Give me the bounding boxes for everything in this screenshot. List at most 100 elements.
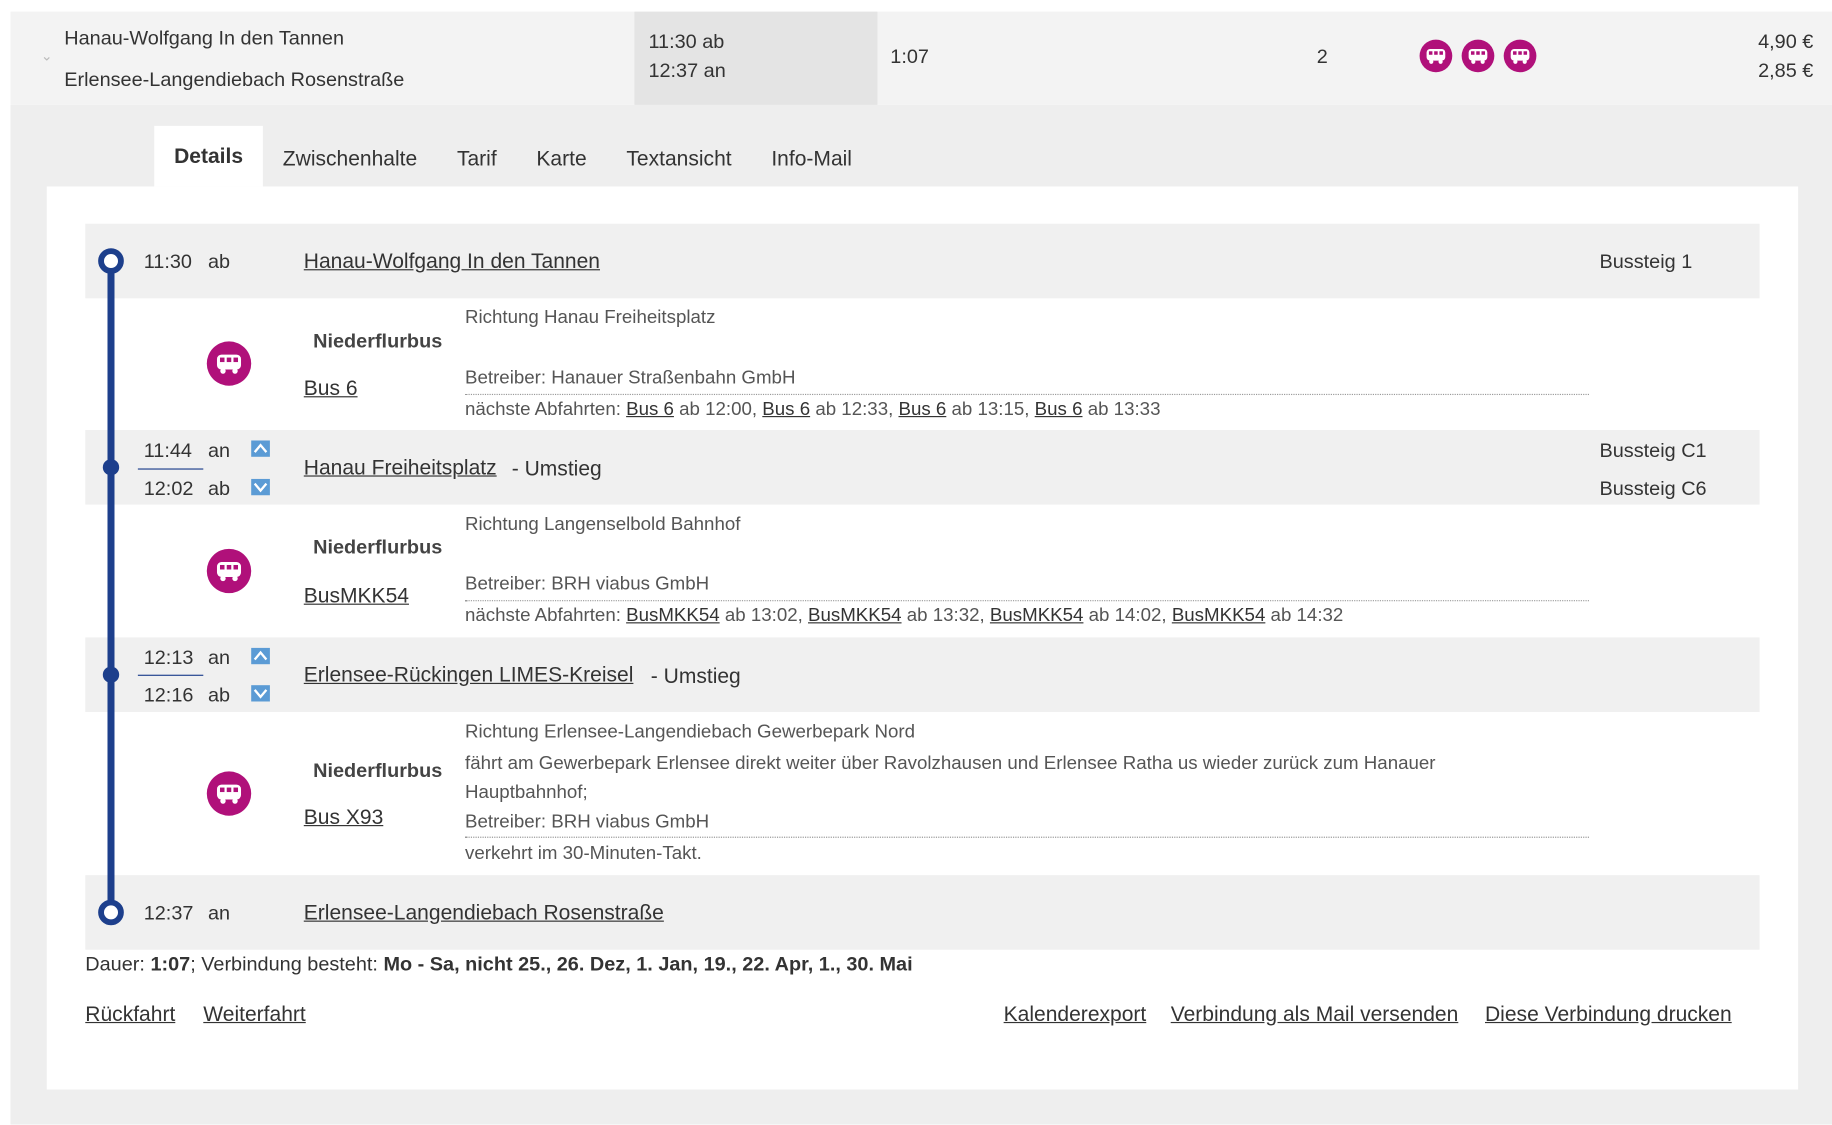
line-link[interactable]: Bus X93 — [304, 805, 384, 829]
validity-value: Mo - Sa, nicht 25., 26. Dez, 1. Jan, 19.… — [383, 953, 913, 976]
next-departure-time: ab 13:33 — [1087, 399, 1161, 420]
next-departure-line-link[interactable]: BusMKK54 — [626, 606, 720, 626]
leg-info: fährt am Gewerbepark Erlensee direkt wei… — [465, 753, 1436, 774]
change-stop-marker — [102, 666, 120, 683]
line-link[interactable]: Bus 6 — [304, 376, 358, 400]
tab-zwischenhalte[interactable]: Zwischenhalte — [263, 126, 437, 187]
return-trip-link[interactable]: Rückfahrt — [85, 1002, 175, 1026]
tab-textansicht[interactable]: Textansicht — [607, 126, 752, 187]
product-label: Niederflurbus — [313, 759, 443, 782]
arrow-up-icon[interactable] — [251, 647, 270, 665]
bus-icon — [206, 341, 252, 386]
tab-info-mail[interactable]: Info-Mail — [751, 126, 871, 187]
next-departure-time: ab 13:32, — [906, 605, 985, 626]
tab-tarif[interactable]: Tarif — [437, 126, 516, 187]
time-separator — [137, 468, 204, 470]
leg-info: Hauptbahnhof; — [465, 783, 588, 803]
next-departure-line-link[interactable]: Bus 6 — [1035, 400, 1083, 420]
bus-icon — [206, 771, 252, 816]
onward-trip-link[interactable]: Weiterfahrt — [203, 1002, 305, 1026]
price-regular: 4,90 € — [1758, 30, 1814, 53]
leg-operator: Betreiber: Hanauer Straßenbahn GmbH — [465, 368, 796, 389]
stop-name-link[interactable]: Erlensee-Langendiebach Rosenstraße — [304, 901, 664, 925]
product-label: Niederflurbus — [313, 536, 443, 559]
stop-time-type: ab — [207, 477, 231, 500]
stop-name-link[interactable]: Erlensee-Rückingen LIMES-Kreisel — [304, 663, 634, 687]
next-departure-line-link[interactable]: BusMKK54 — [808, 606, 902, 626]
tab-details[interactable]: Details — [154, 125, 263, 187]
bus-icon — [206, 548, 252, 594]
leg-operator: Betreiber: BRH viabus GmbH — [465, 812, 710, 833]
summary-departure: 11:30 ab — [648, 30, 725, 53]
next-departure-line-link[interactable]: BusMKK54 — [1172, 606, 1266, 626]
stop-time-type: ab — [207, 684, 231, 707]
next-departures-label: nächste Abfahrten: — [465, 605, 621, 626]
next-departure-time: ab 14:02, — [1088, 605, 1167, 626]
validity-label: ; Verbindung besteht: — [190, 953, 378, 976]
arrow-down-icon[interactable] — [251, 478, 270, 496]
next-departure-time: ab 14:32 — [1270, 605, 1344, 626]
arrow-down-icon[interactable] — [251, 685, 270, 702]
send-mail-link[interactable]: Verbindung als Mail versenden — [1171, 1002, 1459, 1026]
leg-direction: Richtung Hanau Freiheitsplatz — [465, 307, 716, 328]
route-timeline — [107, 261, 115, 914]
duration-value: 1:07 — [150, 953, 191, 976]
stop-departure-time: 12:02 — [143, 477, 194, 500]
summary-product-icons — [1419, 39, 1537, 73]
next-departures: nächste Abfahrten: BusMKK54 ab 13:02, Bu… — [465, 606, 1343, 627]
platform: Bussteig C1 — [1599, 439, 1707, 462]
start-stop-marker — [98, 248, 124, 274]
arrow-up-icon[interactable] — [251, 440, 270, 457]
stop-time-type: an — [207, 901, 231, 925]
line-link[interactable]: BusMKK54 — [304, 584, 409, 608]
next-departures-label: nächste Abfahrten: — [465, 399, 621, 420]
stop-arrival-time: 11:44 — [143, 439, 192, 462]
next-departure-line-link[interactable]: BusMKK54 — [990, 606, 1084, 626]
change-stop-marker — [102, 459, 120, 476]
print-link[interactable]: Diese Verbindung drucken — [1485, 1002, 1732, 1026]
leg-operator: Betreiber: BRH viabus GmbH — [465, 574, 710, 595]
duration-validity: Dauer: 1:07; Verbindung besteht: Mo - Sa… — [85, 953, 912, 976]
calendar-export-link[interactable]: Kalenderexport — [1004, 1002, 1147, 1026]
divider — [465, 600, 1589, 602]
chevron-down-icon[interactable]: ⌄ — [41, 48, 53, 64]
divider — [465, 836, 1589, 838]
platform: Bussteig C6 — [1599, 477, 1707, 500]
stop-time-type: an — [207, 646, 231, 669]
summary-from: Hanau-Wolfgang In den Tannen — [64, 26, 345, 49]
time-separator — [137, 674, 204, 676]
leg-direction: Richtung Langenselbold Bahnhof — [465, 515, 741, 535]
end-stop-marker — [98, 899, 124, 926]
next-departure-time: ab 12:00, — [679, 399, 758, 420]
summary-duration: 1:07 — [890, 45, 929, 68]
leg-direction: Richtung Erlensee-Langendiebach Gewerbep… — [465, 722, 915, 743]
stop-suffix: - Umstieg — [511, 456, 602, 481]
next-departure-time: ab 13:02, — [724, 605, 803, 626]
summary-changes: 2 — [1316, 45, 1328, 68]
summary-arrival: 12:37 an — [648, 59, 726, 82]
bus-icon — [1419, 39, 1453, 73]
stop-time-type: ab — [207, 250, 231, 273]
leg-note: verkehrt im 30-Minuten-Takt. — [465, 843, 702, 864]
next-departure-line-link[interactable]: Bus 6 — [898, 400, 946, 420]
summary-times: 11:30 ab 12:37 an — [634, 11, 878, 105]
next-departure-time: ab 13:15, — [951, 399, 1030, 420]
stop-name-link[interactable]: Hanau-Wolfgang In den Tannen — [304, 249, 600, 273]
stop-time: 11:30 — [143, 250, 192, 273]
details-tabs: Details Zwischenhalte Tarif Karte Textan… — [154, 125, 872, 187]
next-departure-time: ab 12:33, — [815, 399, 894, 420]
summary-to: Erlensee-Langendiebach Rosenstraße — [64, 68, 405, 91]
tab-karte[interactable]: Karte — [517, 126, 607, 187]
next-departures: nächste Abfahrten: Bus 6 ab 12:00, Bus 6… — [465, 400, 1160, 421]
bus-icon — [1503, 39, 1537, 73]
stop-time: 12:37 — [143, 901, 194, 925]
next-departure-line-link[interactable]: Bus 6 — [626, 400, 674, 420]
divider — [465, 393, 1589, 396]
stop-departure-time: 12:16 — [143, 684, 194, 707]
stop-name-link[interactable]: Hanau Freiheitsplatz — [304, 456, 497, 480]
duration-label: Dauer: — [85, 953, 145, 976]
stop-suffix: - Umstieg — [650, 664, 741, 688]
platform: Bussteig 1 — [1599, 250, 1693, 273]
next-departure-line-link[interactable]: Bus 6 — [762, 400, 810, 420]
connection-summary-row[interactable]: ⌄ Hanau-Wolfgang In den Tannen Erlensee-… — [10, 11, 1832, 105]
